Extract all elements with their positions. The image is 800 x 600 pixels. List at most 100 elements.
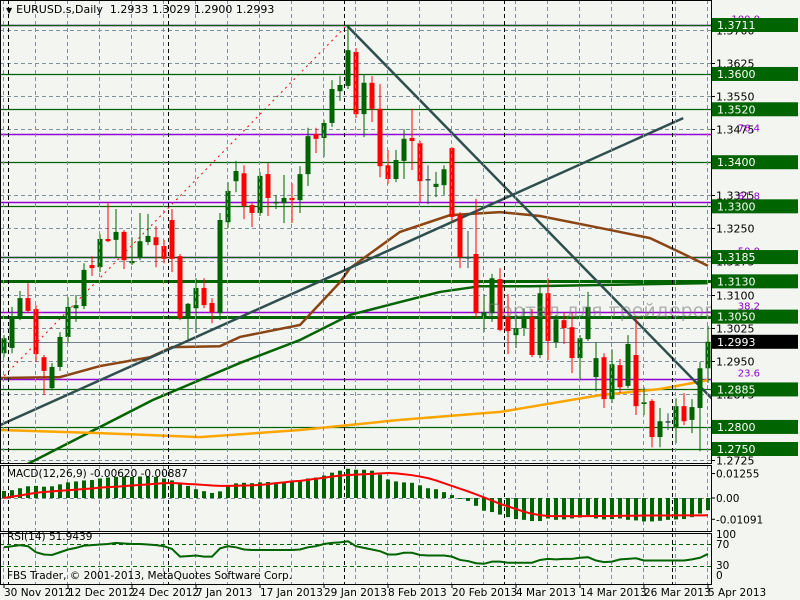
candle xyxy=(401,129,407,179)
candle xyxy=(473,198,479,318)
candle-body xyxy=(569,327,575,359)
candle xyxy=(305,127,311,187)
candle-body xyxy=(409,137,415,142)
macd-histogram-bar xyxy=(586,498,590,516)
candle-body xyxy=(689,407,695,420)
macd-axis-label: 0.01255 xyxy=(716,469,759,481)
candle-body xyxy=(369,82,375,109)
candle xyxy=(321,119,327,157)
macd-histogram-bar xyxy=(650,498,654,522)
macd-histogram-bar xyxy=(130,476,134,498)
candle xyxy=(57,332,63,371)
macd-histogram-bar xyxy=(690,498,694,518)
copyright-text: FBS Trader, © 2001-2013, MetaQuotes Soft… xyxy=(7,570,293,582)
macd-histogram-bar xyxy=(578,498,582,518)
candle-body xyxy=(353,51,359,115)
macd-histogram-bar xyxy=(378,474,382,498)
candle xyxy=(25,283,31,314)
date-label: 17 Jan 2013 xyxy=(260,587,323,599)
candle-body xyxy=(401,138,407,161)
macd-histogram-bar xyxy=(306,478,310,498)
candle-body xyxy=(697,368,703,408)
candle-body xyxy=(329,88,335,123)
candle-body xyxy=(145,235,151,243)
candle xyxy=(217,212,223,321)
candle-body xyxy=(209,302,215,313)
current-price-label: 1.2993 xyxy=(717,336,756,349)
price-tick-label: 1.2725 xyxy=(716,455,755,468)
candle xyxy=(425,165,431,205)
candle-body xyxy=(441,169,447,186)
macd-histogram-bar xyxy=(466,498,470,501)
candle xyxy=(169,208,175,273)
date-label: 12 Dec 2012 xyxy=(68,587,135,599)
macd-histogram-bar xyxy=(530,498,534,522)
dropdown-arrow-icon[interactable]: ▼ xyxy=(6,6,12,15)
candle xyxy=(209,298,215,324)
macd-histogram-bar xyxy=(394,481,398,498)
level-price-label: 1.3711 xyxy=(717,19,756,32)
macd-histogram-bar xyxy=(274,482,278,498)
candle xyxy=(601,353,607,408)
price-tick-label: 1.3025 xyxy=(716,323,755,336)
macd-histogram-bar xyxy=(322,475,326,498)
macd-histogram-bar xyxy=(450,495,454,498)
candle-body xyxy=(473,253,479,314)
date-label: 20 Feb 2013 xyxy=(452,587,517,599)
watermark: Портал для трейдеров - ForTrader.ru xyxy=(487,300,711,322)
date-label: 30 Nov 2012 xyxy=(4,587,71,599)
level-price-label: 1.3600 xyxy=(717,68,756,81)
macd-axis-label: -0.01091 xyxy=(716,514,763,526)
fibonacci-level-label: 76.4 xyxy=(738,124,760,135)
candle-body xyxy=(649,400,655,438)
candle-body xyxy=(553,319,559,343)
ohlc-readout: 1.2933 1.3029 1.2900 1.2993 xyxy=(109,3,275,16)
candle-body xyxy=(57,336,63,367)
candle-body xyxy=(153,237,159,246)
level-price-label: 1.3300 xyxy=(717,200,756,213)
macd-histogram-bar xyxy=(162,478,166,498)
macd-histogram-bar xyxy=(642,498,646,522)
candle-body xyxy=(257,175,263,213)
candle xyxy=(337,76,343,101)
macd-histogram-bar xyxy=(194,489,198,498)
macd-histogram-bar xyxy=(226,485,230,498)
candle-body xyxy=(529,317,535,356)
candle xyxy=(137,212,143,261)
macd-histogram-bar xyxy=(698,498,702,514)
candle-body xyxy=(169,220,175,259)
macd-histogram-bar xyxy=(218,491,222,498)
date-label: 26 Mar 2013 xyxy=(644,587,711,599)
macd-histogram-bar xyxy=(706,498,710,511)
macd-histogram-bar xyxy=(442,492,446,498)
candle xyxy=(265,163,271,217)
candle-body xyxy=(457,215,463,258)
candle-body xyxy=(25,298,31,311)
candle xyxy=(433,171,439,198)
candle xyxy=(625,335,631,389)
macd-histogram-bar xyxy=(522,498,526,520)
fibonacci-level-label: 23.6 xyxy=(738,369,760,380)
candle xyxy=(537,287,543,359)
candle-body xyxy=(185,303,191,318)
macd-histogram-bar xyxy=(314,477,318,498)
level-price-label: 1.2800 xyxy=(717,421,756,434)
main-plot xyxy=(0,24,711,463)
candle-body xyxy=(465,257,471,259)
candle-body xyxy=(345,50,351,86)
candle xyxy=(633,317,639,416)
macd-histogram-bar xyxy=(402,482,406,498)
candle xyxy=(697,362,703,452)
candle xyxy=(249,203,255,228)
level-price-label: 1.3130 xyxy=(717,275,756,288)
price-tick-label: 1.3250 xyxy=(716,223,755,236)
macd-label: MACD(12,26,9) -0.00620 -0.00887 xyxy=(7,468,188,480)
candle xyxy=(113,208,119,258)
date-label: 8 Feb 2013 xyxy=(388,587,447,599)
date-label: 4 Mar 2013 xyxy=(516,587,576,599)
macd-histogram-bar xyxy=(474,498,478,506)
candle-body xyxy=(281,197,287,204)
candle xyxy=(49,362,55,391)
candle xyxy=(89,256,95,277)
macd-histogram-bar xyxy=(178,483,182,498)
